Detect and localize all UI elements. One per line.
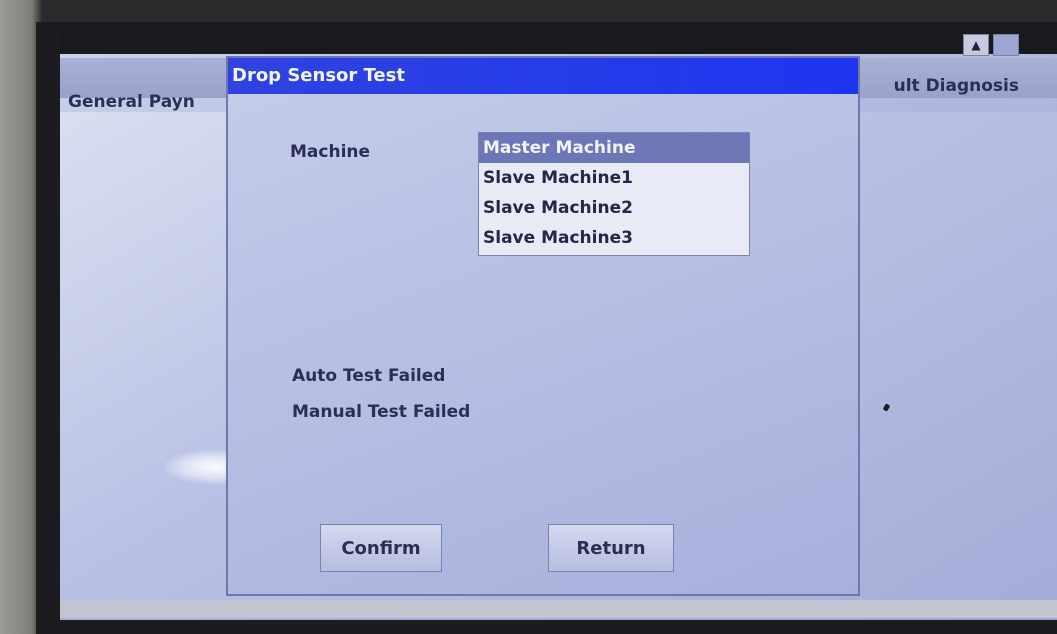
list-item-slave-machine2[interactable]: Slave Machine2 (479, 193, 749, 223)
scroll-up-button[interactable]: ▲ (963, 34, 989, 56)
list-item-slave-machine3[interactable]: Slave Machine3 (479, 223, 749, 253)
auto-test-status: Auto Test Failed (292, 366, 446, 386)
machine-label: Machine (290, 142, 371, 162)
tab-general-payment[interactable]: General Payn (68, 92, 195, 112)
bottom-strip (60, 600, 1057, 618)
list-item-slave-machine1[interactable]: Slave Machine1 (479, 163, 749, 193)
tab-fault-diagnosis[interactable]: ult Diagnosis (894, 76, 1019, 96)
manual-test-status: Manual Test Failed (292, 402, 471, 422)
return-button[interactable]: Return (548, 524, 674, 572)
dialog-title: Drop Sensor Test (228, 58, 858, 94)
list-item-master-machine[interactable]: Master Machine (479, 133, 749, 163)
confirm-button[interactable]: Confirm (320, 524, 442, 572)
machine-listbox[interactable]: Master Machine Slave Machine1 Slave Mach… (478, 132, 750, 256)
restore-button[interactable] (993, 34, 1019, 56)
triangle-up-icon: ▲ (971, 38, 981, 52)
window-controls: ▲ (963, 34, 1019, 56)
drop-sensor-test-dialog: Drop Sensor Test Machine Master Machine … (226, 56, 860, 596)
